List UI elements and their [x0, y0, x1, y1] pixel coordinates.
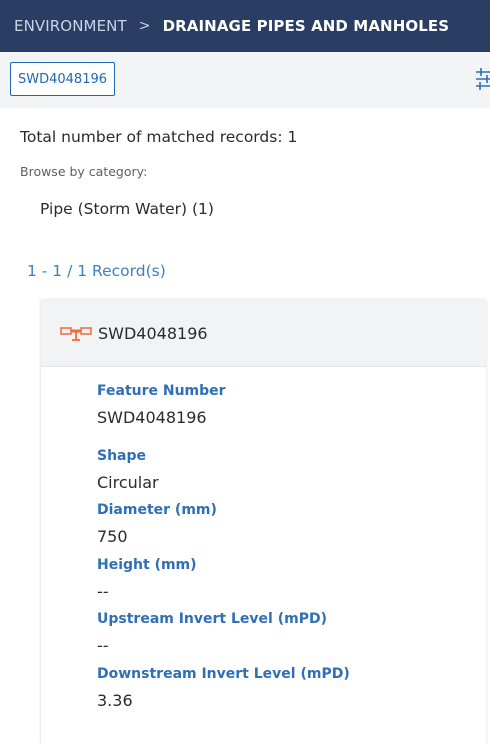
category-item-pipe-storm-water[interactable]: Pipe (Storm Water) (1) — [40, 200, 214, 218]
breadcrumb-environment[interactable]: ENVIRONMENT — [14, 17, 127, 35]
breadcrumb-current: DRAINAGE PIPES AND MANHOLES — [162, 17, 450, 35]
field-value-upstream-invert-level: -- — [97, 636, 109, 655]
field-label-feature-number: Feature Number — [97, 383, 226, 399]
field-value-diameter: 750 — [97, 527, 128, 546]
field-value-feature-number: SWD4048196 — [97, 408, 207, 427]
search-toolbar: SWD4048196 — [0, 52, 490, 108]
record-header[interactable]: SWD4048196 — [41, 300, 486, 367]
field-label-shape: Shape — [97, 448, 147, 464]
browse-by-category-label: Browse by category: — [20, 164, 148, 179]
record-title: SWD4048196 — [98, 323, 208, 343]
field-value-shape: Circular — [97, 473, 159, 492]
field-label-diameter: Diameter (mm) — [97, 502, 217, 518]
field-value-height: -- — [97, 582, 109, 601]
breadcrumb-chevron-icon: > — [138, 18, 151, 34]
field-label-upstream-invert-level: Upstream Invert Level (mPD) — [97, 611, 327, 627]
search-term-chip[interactable]: SWD4048196 — [10, 62, 116, 96]
pagination-record-count: 1 - 1 / 1 Record(s) — [27, 262, 166, 280]
field-label-height: Height (mm) — [97, 557, 197, 573]
matched-records-summary: Total number of matched records: 1 — [20, 128, 298, 146]
field-value-downstream-invert-level: 3.36 — [97, 691, 133, 710]
filter-sliders-icon — [476, 68, 490, 90]
breadcrumb: ENVIRONMENT > DRAINAGE PIPES AND MANHOLE… — [0, 0, 490, 52]
field-label-downstream-invert-level: Downstream Invert Level (mPD) — [97, 666, 350, 682]
filter-button[interactable] — [474, 64, 490, 94]
record-card: SWD4048196 Feature Number SWD4048196 Sha… — [41, 300, 486, 744]
storm-water-pipe-icon — [60, 327, 92, 341]
